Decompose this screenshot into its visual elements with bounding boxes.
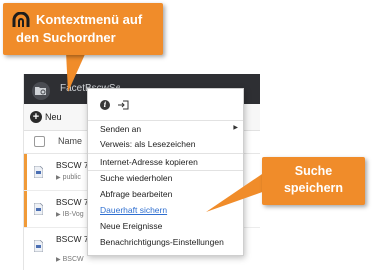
select-all-checkbox[interactable] [34, 136, 45, 147]
menu-item-save-permanently[interactable]: Dauerhaft sichern [100, 204, 167, 216]
document-icon [34, 240, 43, 252]
row-accent [24, 154, 27, 190]
menu-divider [88, 120, 243, 121]
row-location: ▶ BSCW [56, 256, 84, 263]
menu-item-new-events[interactable]: Neue Ereignisse [100, 220, 162, 232]
row-location: ▶ IB-Vog [56, 211, 84, 218]
enter-icon[interactable] [118, 100, 129, 110]
document-icon [34, 203, 43, 215]
menu-item-bookmark[interactable]: Verweis: als Lesezeichen [100, 138, 195, 150]
name-column-header[interactable]: Name [58, 136, 82, 146]
context-menu: i Senden an ▶ Verweis: als Lesezeichen I… [87, 88, 244, 256]
callout-context-menu: Kontextmenü auf den Suchordner [3, 3, 163, 55]
menu-item-notification-settings[interactable]: Benachrichtigungs-Einstellungen [100, 236, 224, 248]
callout-top-line1: Kontextmenü auf [36, 12, 143, 27]
menu-item-copy-url[interactable]: Internet-Adresse kopieren [100, 156, 198, 168]
callout-right-line2: speichern [283, 181, 344, 195]
callout-top-line2: den Suchordner [16, 30, 116, 45]
menu-item-send-to[interactable]: Senden an [100, 123, 141, 135]
new-button[interactable]: + Neu [30, 110, 62, 124]
new-button-label: Neu [45, 112, 62, 122]
callout-right-line1: Suche [294, 164, 333, 178]
menu-item-edit-query[interactable]: Abfrage bearbeiten [100, 188, 172, 200]
row-location: ▶ public [56, 174, 81, 181]
menu-item-repeat-search[interactable]: Suche wiederholen [100, 172, 172, 184]
menu-divider [88, 153, 243, 154]
screenshot-page: FacetBscwSearch + Neu Name BSCW 7 ▶publi… [0, 0, 375, 270]
menu-divider [88, 170, 243, 171]
document-icon [34, 166, 43, 178]
search-folder-icon[interactable] [32, 82, 50, 100]
callout-save-search: Suche speichern [262, 157, 365, 205]
bscw-logo-icon [12, 12, 30, 27]
info-icon[interactable]: i [100, 100, 110, 110]
menu-icon-bar: i [100, 100, 129, 110]
submenu-arrow-icon: ▶ [233, 125, 238, 131]
plus-icon: + [30, 111, 42, 123]
row-accent [24, 191, 27, 227]
